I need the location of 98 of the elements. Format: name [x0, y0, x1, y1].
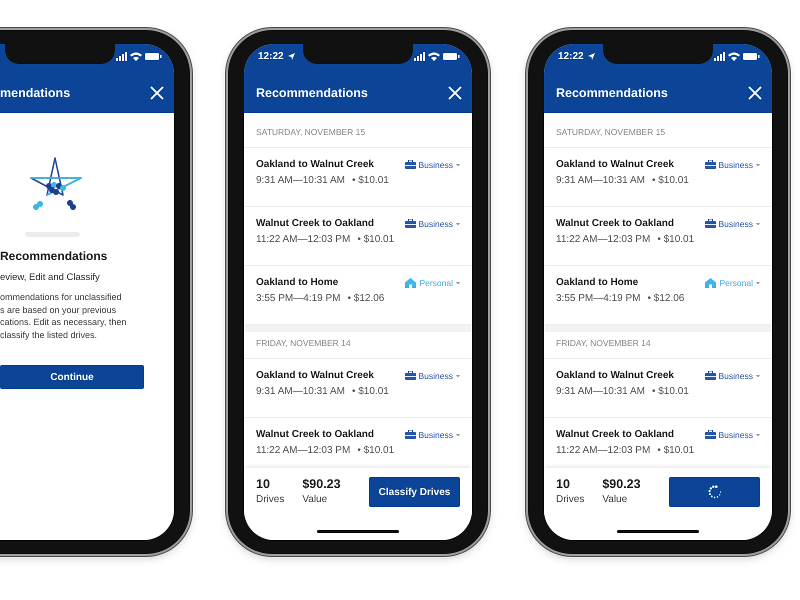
screen-title: Recommendations	[556, 86, 668, 100]
briefcase-icon	[704, 219, 716, 229]
drive-times: 9:31 AM—10:31 AM	[556, 386, 645, 397]
drive-route: Oakland to Walnut Creek	[556, 159, 675, 170]
drive-route: Walnut Creek to Oakland	[556, 429, 675, 440]
caret-icon	[456, 282, 460, 284]
close-icon[interactable]	[748, 86, 762, 100]
category-dropdown[interactable]: Business	[704, 429, 760, 441]
description-text: s are based on your previous	[0, 304, 118, 316]
drive-amount: • $10.01	[352, 386, 389, 397]
briefcase-icon	[404, 160, 416, 170]
drive-amount: • $12.06	[647, 293, 684, 304]
drive-times: 11:22 AM—12:03 PM	[256, 445, 350, 456]
briefcase-icon	[704, 371, 716, 381]
briefcase-icon	[404, 219, 416, 229]
drive-times: 9:31 AM—10:31 AM	[556, 175, 645, 186]
date-heading: FRIDAY, NOVEMBER 14	[544, 332, 772, 359]
drive-amount: • $12.06	[347, 293, 384, 304]
description-text: ommendations for unclassified	[0, 291, 123, 304]
caret-icon	[456, 164, 460, 166]
briefcase-icon	[704, 430, 716, 440]
spinner-icon	[708, 485, 722, 499]
category-dropdown[interactable]: Business	[404, 370, 460, 382]
wifi-icon	[428, 52, 440, 60]
battery-icon	[145, 52, 162, 60]
drives-label: Drives	[556, 494, 584, 505]
caret-icon	[756, 222, 760, 226]
location-arrow-icon	[286, 52, 296, 60]
category-dropdown[interactable]: Business	[404, 218, 460, 230]
intro-subheading: eview, Edit and Classify	[0, 272, 100, 283]
date-heading: SATURDAY, NOVEMBER 15	[244, 113, 472, 148]
caret-icon	[456, 222, 460, 226]
drives-count: 10	[556, 477, 571, 491]
drive-route: Oakland to Home	[556, 277, 640, 288]
close-icon[interactable]	[150, 86, 164, 100]
category-dropdown[interactable]: Business	[704, 218, 760, 230]
drive-route: Oakland to Walnut Creek	[256, 159, 375, 170]
briefcase-icon	[404, 371, 416, 381]
drive-times: 11:22 AM—12:03 PM	[256, 234, 350, 245]
description-text: cations. Edit as necessary, then	[0, 316, 126, 328]
drive-times: 3:55 PM—4:19 PM	[556, 293, 640, 304]
wifi-icon	[130, 52, 142, 60]
drive-amount: • $10.01	[357, 234, 394, 245]
briefcase-icon	[704, 160, 716, 170]
signal-icon	[116, 52, 127, 60]
house-icon	[705, 278, 716, 288]
description-text: classify the listed drives.	[0, 328, 98, 341]
drives-label: Drives	[256, 494, 284, 505]
close-icon[interactable]	[448, 86, 462, 100]
drive-amount: • $10.01	[352, 175, 389, 186]
date-heading: SATURDAY, NOVEMBER 15	[544, 113, 772, 148]
drive-times: 3:55 PM—4:19 PM	[256, 293, 340, 304]
drive-times: 11:22 AM—12:03 PM	[556, 234, 650, 245]
clock-time: 12:22	[558, 50, 584, 62]
drive-amount: • $10.01	[652, 175, 689, 186]
clock-time: 12:22	[258, 50, 284, 62]
drives-count: 10	[256, 477, 271, 491]
value-label: Value	[602, 494, 628, 505]
date-heading: FRIDAY, NOVEMBER 14	[244, 332, 472, 359]
caret-icon	[756, 164, 760, 166]
drive-amount: • $10.01	[357, 445, 394, 456]
category-dropdown[interactable]: Business	[704, 370, 760, 382]
classify-button[interactable]: Classify Drives	[369, 477, 460, 507]
drive-route: Oakland to Home	[256, 277, 340, 288]
house-icon	[405, 278, 416, 288]
drive-times: 11:22 AM—12:03 PM	[556, 445, 650, 456]
value-count: $90.23	[302, 477, 341, 491]
screen-title: Recommendations	[256, 86, 368, 100]
battery-icon	[443, 52, 460, 60]
battery-icon	[743, 52, 760, 60]
drive-route: Oakland to Walnut Creek	[556, 370, 675, 381]
continue-button[interactable]: Continue	[0, 365, 144, 389]
value-label: Value	[302, 494, 328, 505]
drive-route: Walnut Creek to Oakland	[256, 218, 375, 229]
briefcase-icon	[404, 430, 416, 440]
intro-heading: Recommendations	[0, 249, 108, 263]
location-arrow-icon	[586, 52, 596, 60]
value-count: $90.23	[602, 477, 641, 491]
category-dropdown[interactable]: Business	[404, 429, 460, 441]
wifi-icon	[728, 52, 740, 60]
signal-icon	[714, 52, 725, 60]
drive-amount: • $10.01	[657, 445, 694, 456]
caret-icon	[756, 282, 760, 284]
caret-icon	[456, 374, 460, 378]
drive-route: Walnut Creek to Oakland	[256, 429, 375, 440]
drive-route: Oakland to Walnut Creek	[256, 370, 375, 381]
drive-times: 9:31 AM—10:31 AM	[256, 175, 345, 186]
drive-route: Walnut Creek to Oakland	[556, 218, 675, 229]
signal-icon	[414, 52, 425, 60]
category-dropdown[interactable]: Business	[704, 159, 760, 171]
screen-title: mendations	[0, 86, 70, 100]
category-dropdown[interactable]: Business	[404, 159, 460, 171]
drive-amount: • $10.01	[657, 234, 694, 245]
drive-amount: • $10.01	[652, 386, 689, 397]
drive-times: 9:31 AM—10:31 AM	[256, 386, 345, 397]
caret-icon	[756, 374, 760, 378]
caret-icon	[456, 434, 460, 436]
caret-icon	[756, 434, 760, 436]
